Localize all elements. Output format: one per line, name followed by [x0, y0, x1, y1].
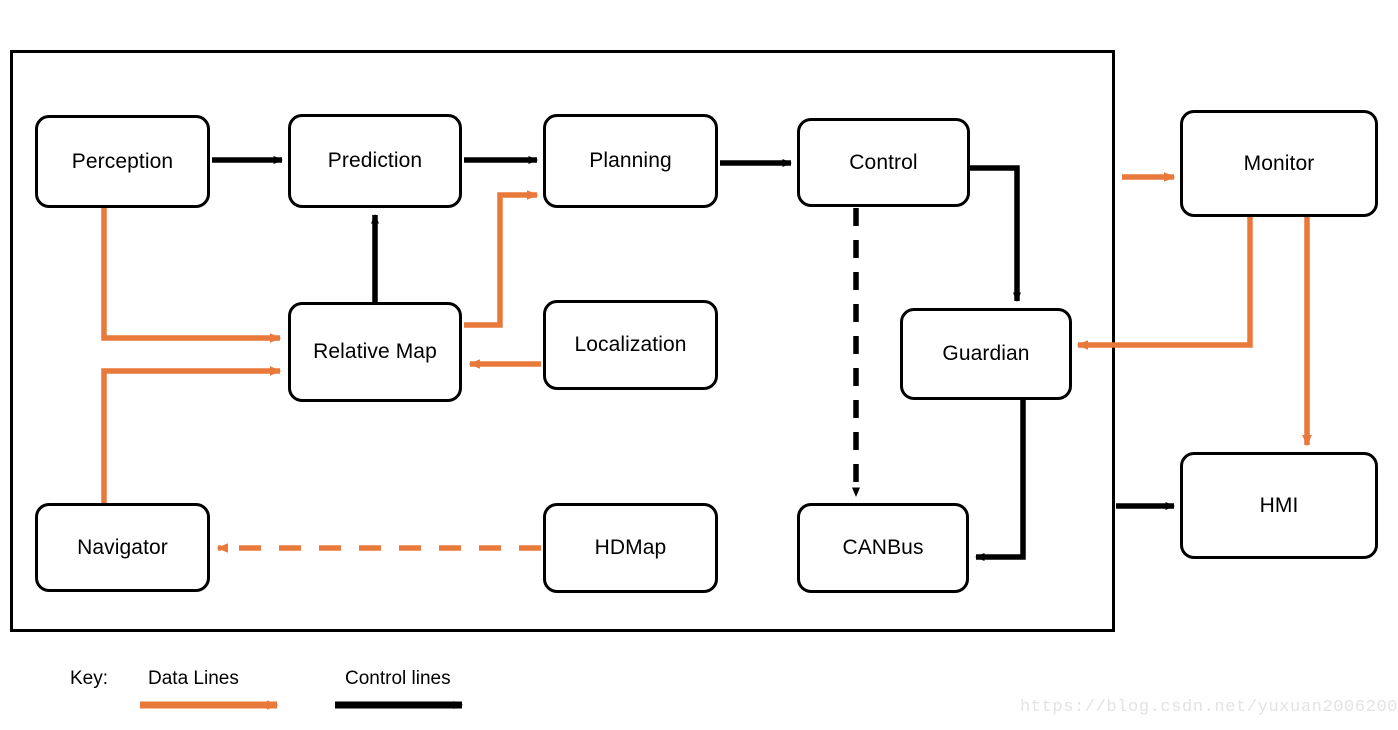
node-label-guardian: Guardian — [942, 342, 1030, 366]
diagram-canvas: Perception Prediction Planning Control R… — [0, 0, 1398, 730]
node-label-planning: Planning — [589, 149, 672, 173]
node-label-canbus: CANBus — [842, 536, 924, 560]
node-guardian[interactable]: Guardian — [900, 308, 1072, 400]
node-prediction[interactable]: Prediction — [288, 114, 462, 208]
node-label-control: Control — [849, 150, 918, 174]
legend: Key: Data Lines Control lines — [70, 662, 590, 722]
node-perception[interactable]: Perception — [35, 115, 210, 208]
watermark: https://blog.csdn.net/yuxuan20062007 — [1020, 698, 1398, 717]
node-label-relative-map: Relative Map — [313, 340, 437, 364]
node-label-hdmap: HDMap — [594, 536, 667, 560]
node-label-monitor: Monitor — [1243, 151, 1315, 175]
node-hmi[interactable]: HMI — [1180, 452, 1378, 559]
node-hdmap[interactable]: HDMap — [543, 503, 718, 593]
node-canbus[interactable]: CANBus — [797, 503, 969, 593]
node-localization[interactable]: Localization — [543, 300, 718, 390]
node-navigator[interactable]: Navigator — [35, 503, 210, 592]
node-control[interactable]: Control — [797, 118, 970, 207]
legend-data-label: Data Lines — [148, 668, 239, 689]
legend-key-label: Key: — [70, 668, 109, 689]
node-label-perception: Perception — [71, 149, 174, 173]
node-monitor[interactable]: Monitor — [1180, 110, 1378, 217]
node-label-localization: Localization — [574, 333, 687, 357]
node-relative-map[interactable]: Relative Map — [288, 302, 462, 402]
legend-control-label: Control lines — [345, 668, 451, 689]
node-planning[interactable]: Planning — [543, 114, 718, 208]
node-label-prediction: Prediction — [327, 149, 423, 173]
node-label-navigator: Navigator — [77, 535, 168, 559]
node-label-hmi: HMI — [1259, 493, 1299, 517]
